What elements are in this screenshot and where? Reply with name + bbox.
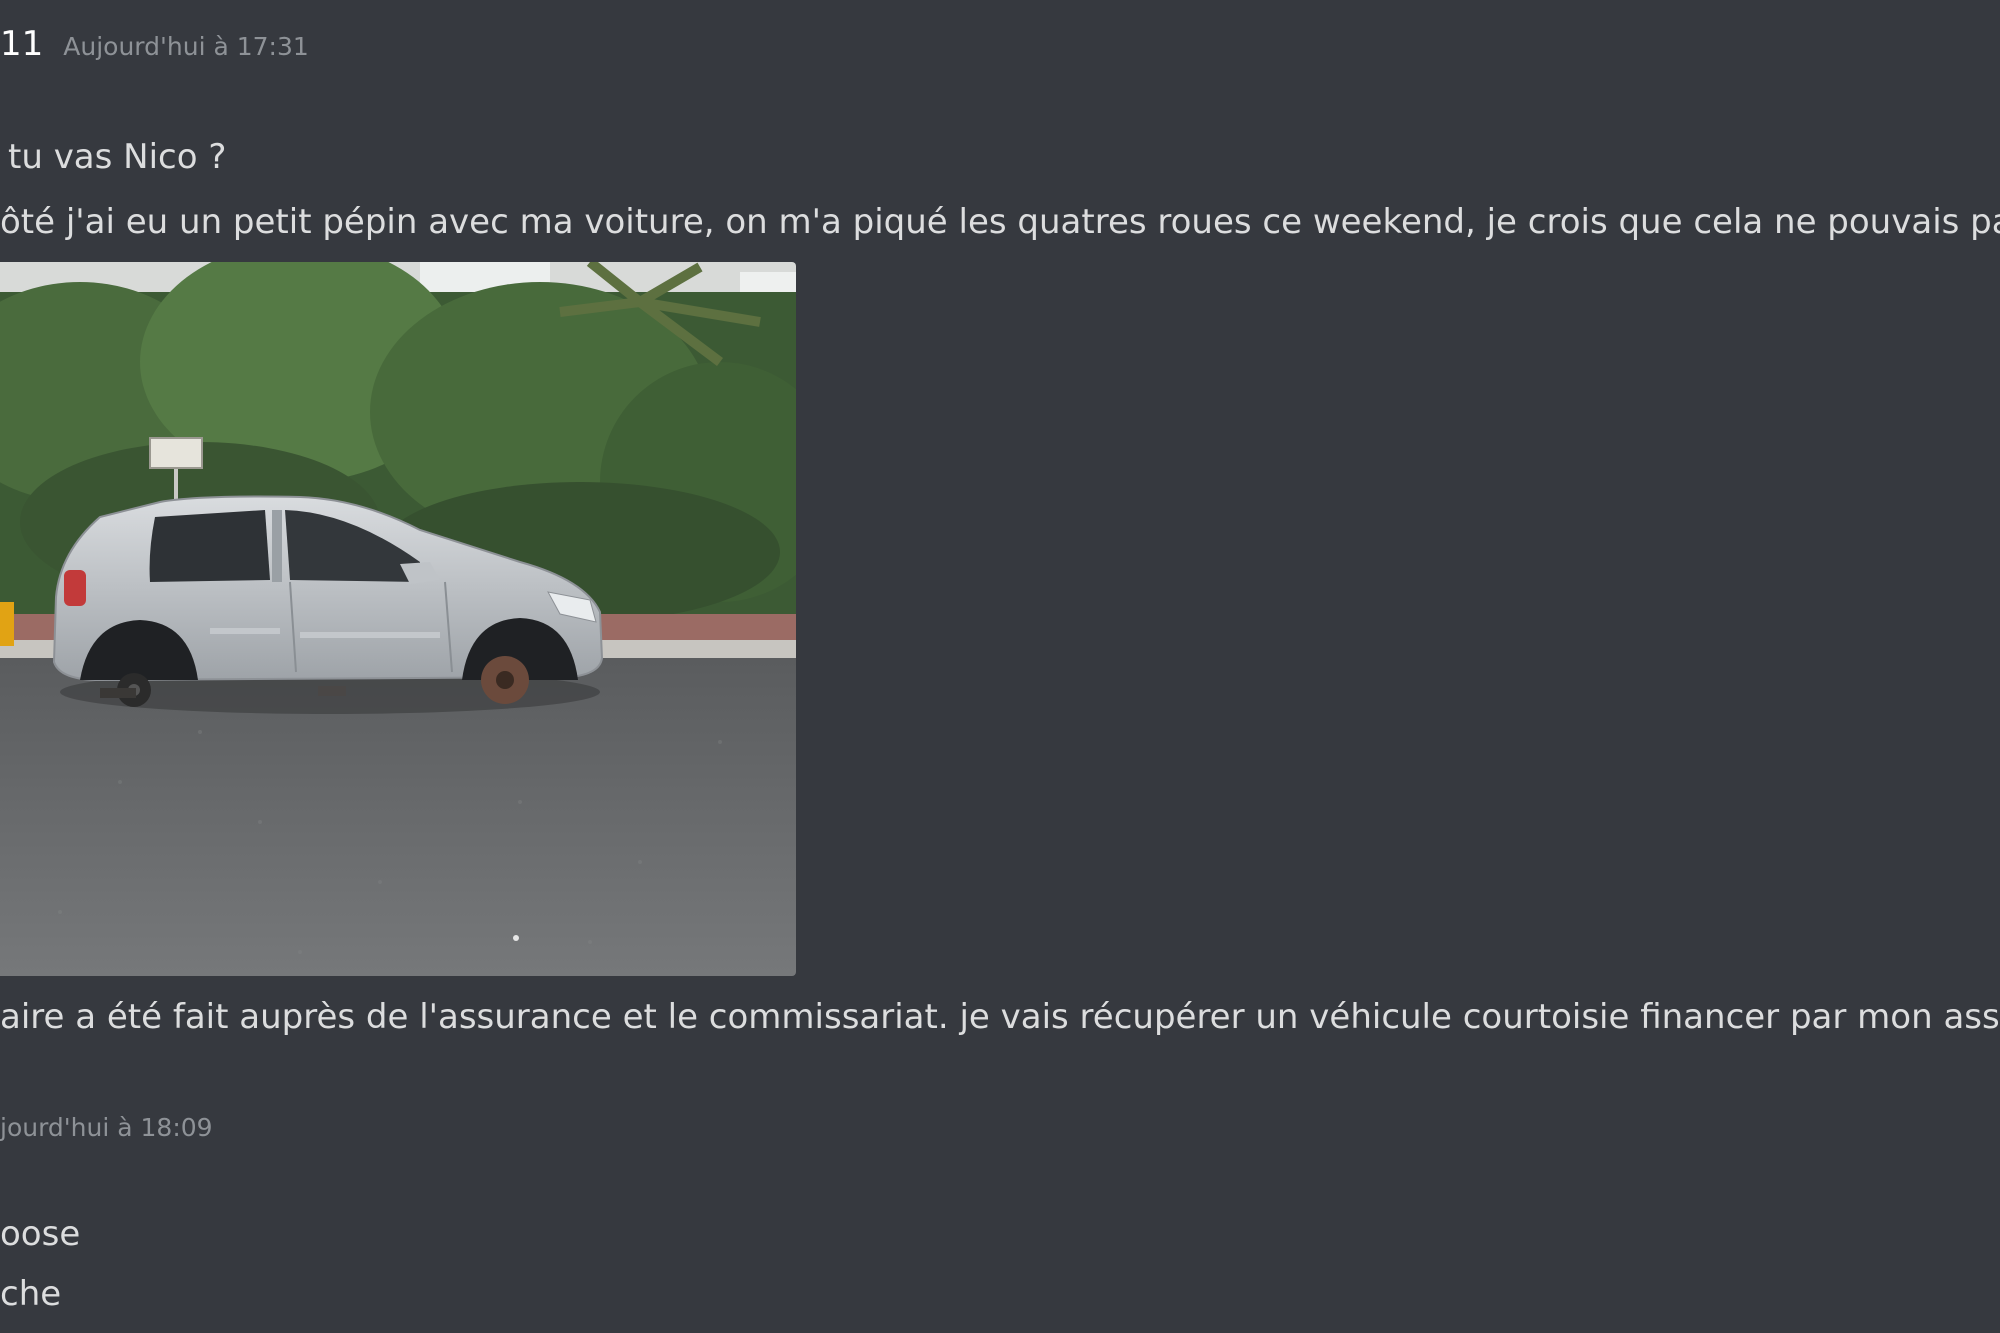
message-text: ôté j'ai eu un petit pépin avec ma voitu… bbox=[0, 202, 2000, 242]
chat-messages: 11 Aujourd'hui à 17:31 tu vas Nico ? ôté … bbox=[0, 0, 2000, 1333]
message-text: tu vas Nico ? bbox=[8, 137, 227, 177]
car-photo bbox=[0, 262, 796, 976]
message-author[interactable]: 11 bbox=[0, 24, 43, 64]
message-header: jourd'hui à 18:09 bbox=[0, 1105, 213, 1148]
message-header: 11 Aujourd'hui à 17:31 bbox=[0, 24, 309, 67]
image-attachment[interactable] bbox=[0, 262, 796, 976]
message-text: oose bbox=[0, 1214, 81, 1254]
message-timestamp: jourd'hui à 18:09 bbox=[0, 1113, 213, 1142]
message-text: che bbox=[0, 1274, 62, 1314]
message-timestamp: Aujourd'hui à 17:31 bbox=[63, 32, 309, 61]
message-text: aire a été fait auprès de l'assurance et… bbox=[0, 997, 2000, 1037]
